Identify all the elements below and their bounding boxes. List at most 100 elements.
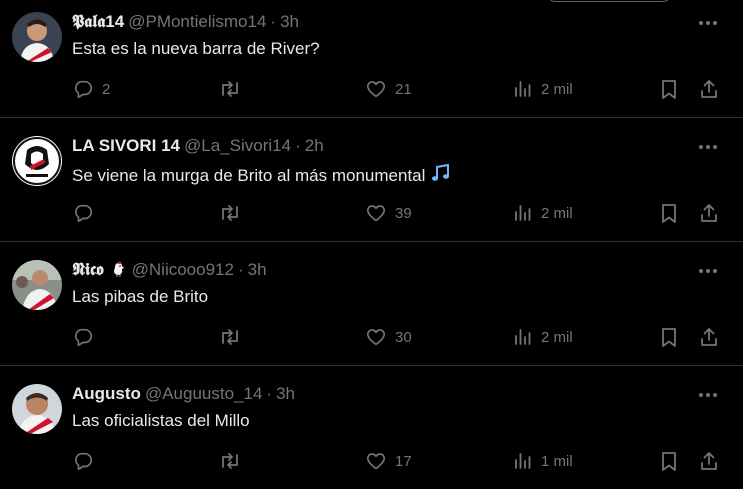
views-icon: [513, 79, 533, 99]
user-handle[interactable]: @PMontielismo14: [128, 12, 266, 31]
like-icon: [365, 202, 387, 224]
user-handle[interactable]: @Niicooo912: [132, 260, 234, 279]
like-button[interactable]: 17: [365, 449, 412, 473]
tweet-header: Augusto @Auguusto_14 · 3h: [72, 384, 295, 404]
bookmark-icon: [659, 202, 679, 224]
like-button[interactable]: 30: [365, 325, 412, 349]
retweet-icon: [218, 326, 242, 348]
timestamp[interactable]: 3h: [248, 260, 267, 279]
like-button[interactable]: 21: [365, 77, 412, 101]
separator-dot: ·: [295, 136, 301, 155]
tweet-text: Se viene la murga de Brito al más monume…: [72, 166, 426, 185]
rooster-icon: [110, 260, 128, 279]
timestamp[interactable]: 3h: [280, 12, 299, 31]
tweet[interactable]: 𝕻𝖆𝖑𝖆14 @PMontielismo14 · 3h Esta es la nuev…: [0, 0, 743, 117]
views-icon: [513, 203, 533, 223]
share-icon: [698, 450, 720, 472]
display-name[interactable]: 𝕻𝖆𝖑𝖆14: [72, 12, 124, 31]
more-options-icon[interactable]: [697, 263, 719, 279]
user-handle[interactable]: @Auguusto_14: [145, 384, 262, 403]
tweet-actions: 39 2 mil: [72, 201, 732, 225]
share-icon: [698, 326, 720, 348]
avatar[interactable]: [12, 384, 62, 434]
like-count: 21: [395, 80, 412, 98]
retweet-button[interactable]: [218, 325, 250, 349]
like-count: 39: [395, 204, 412, 222]
bookmark-button[interactable]: [659, 449, 679, 473]
share-button[interactable]: [698, 325, 720, 349]
reply-count: 2: [102, 80, 111, 98]
tweet-header: 𝕻𝖆𝖑𝖆14 @PMontielismo14 · 3h: [72, 12, 299, 32]
tweet-header: 𝕹𝖎𝖈𝖔 @Niicooo912 · 3h: [72, 260, 267, 280]
tweet[interactable]: Augusto @Auguusto_14 · 3h Las oficialistas …: [0, 365, 743, 489]
like-count: 30: [395, 328, 412, 346]
timestamp[interactable]: 3h: [276, 384, 295, 403]
tweet-header: LA SIVORI 14 @La_Sivori14 · 2h: [72, 136, 324, 156]
views-count: 2 mil: [541, 80, 573, 98]
more-options-icon[interactable]: [697, 387, 719, 403]
views-icon: [513, 451, 533, 471]
reply-button[interactable]: 2: [72, 77, 110, 101]
bookmark-icon: [659, 78, 679, 100]
like-button[interactable]: 39: [365, 201, 412, 225]
tweet-text: Esta es la nueva barra de River?: [72, 39, 320, 58]
tweet-actions: 17 1 mil: [72, 449, 732, 473]
like-count: 17: [395, 452, 412, 470]
avatar[interactable]: [12, 12, 62, 62]
display-name[interactable]: 𝕹𝖎𝖈𝖔: [72, 260, 104, 279]
reply-button[interactable]: [72, 325, 102, 349]
retweet-icon: [218, 202, 242, 224]
views-count: 2 mil: [541, 328, 573, 346]
views-button[interactable]: 2 mil: [513, 201, 573, 225]
views-count: 2 mil: [541, 204, 573, 222]
share-icon: [698, 78, 720, 100]
like-icon: [365, 450, 387, 472]
tweet[interactable]: 𝕹𝖎𝖈𝖔 @Niicooo912 · 3h Las pibas de Brito 30…: [0, 241, 743, 365]
bookmark-icon: [659, 450, 679, 472]
reply-button[interactable]: [72, 449, 102, 473]
timestamp[interactable]: 2h: [305, 136, 324, 155]
display-name[interactable]: LA SIVORI 14: [72, 136, 180, 155]
display-name[interactable]: Augusto: [72, 384, 141, 403]
musical-notes-icon: [430, 162, 452, 190]
like-icon: [365, 78, 387, 100]
reply-icon: [72, 326, 94, 348]
like-icon: [365, 326, 387, 348]
retweet-button[interactable]: [218, 449, 250, 473]
reply-icon: [72, 202, 94, 224]
bookmark-button[interactable]: [659, 325, 679, 349]
reply-button[interactable]: [72, 201, 102, 225]
tweet-text-wrap: Se viene la murga de Brito al más monume…: [72, 162, 452, 190]
avatar[interactable]: [12, 136, 62, 186]
reply-icon: [72, 78, 94, 100]
tweet-actions: 2 21 2 mil: [72, 77, 732, 101]
avatar[interactable]: [12, 260, 62, 310]
retweet-icon: [218, 78, 242, 100]
views-button[interactable]: 2 mil: [513, 77, 573, 101]
share-button[interactable]: [698, 201, 720, 225]
views-count: 1 mil: [541, 452, 573, 470]
share-button[interactable]: [698, 77, 720, 101]
views-button[interactable]: 2 mil: [513, 325, 573, 349]
retweet-button[interactable]: [218, 77, 250, 101]
tweet-actions: 30 2 mil: [72, 325, 732, 349]
more-options-icon[interactable]: [697, 139, 719, 155]
bookmark-button[interactable]: [659, 77, 679, 101]
share-button[interactable]: [698, 449, 720, 473]
bookmark-icon: [659, 326, 679, 348]
bookmark-button[interactable]: [659, 201, 679, 225]
separator-dot: ·: [270, 12, 277, 31]
tweet-text: Las pibas de Brito: [72, 287, 209, 306]
share-icon: [698, 202, 720, 224]
separator-dot: ·: [266, 384, 273, 403]
more-options-icon[interactable]: [697, 15, 719, 31]
separator-dot: ·: [237, 260, 244, 279]
reply-icon: [72, 450, 94, 472]
retweet-button[interactable]: [218, 201, 250, 225]
tweet[interactable]: LA SIVORI 14 @La_Sivori14 · 2h Se viene la …: [0, 117, 743, 241]
tweet-text: Las oficialistas del Millo: [72, 411, 250, 430]
retweet-icon: [218, 450, 242, 472]
views-icon: [513, 327, 533, 347]
user-handle[interactable]: @La_Sivori14: [184, 136, 291, 155]
views-button[interactable]: 1 mil: [513, 449, 573, 473]
